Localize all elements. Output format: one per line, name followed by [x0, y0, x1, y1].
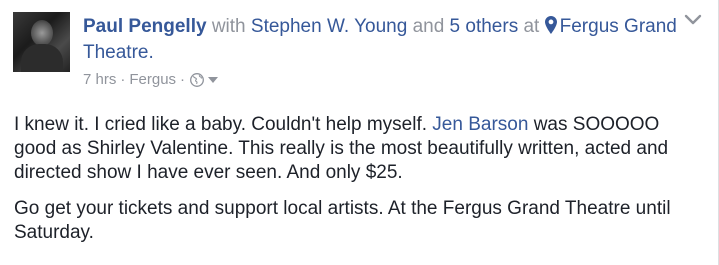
- others-link[interactable]: 5 others: [450, 16, 519, 37]
- avatar-face: [31, 20, 53, 46]
- with-text: with: [211, 16, 246, 37]
- avatar-body: [21, 44, 63, 72]
- author-name[interactable]: Paul Pengelly: [83, 16, 207, 37]
- paragraph-1-text-a: I knew it. I cried like a baby. Couldn't…: [14, 114, 433, 135]
- post-paragraph-1: I knew it. I cried like a baby. Couldn't…: [14, 113, 704, 185]
- map-pin-icon: [544, 16, 557, 34]
- and-text: and: [412, 16, 445, 37]
- mention-link[interactable]: Jen Barson: [432, 114, 528, 135]
- meta-separator: ·: [120, 71, 126, 88]
- tagged-person[interactable]: Stephen W. Young: [251, 16, 407, 37]
- post-body: I knew it. I cried like a baby. Couldn't…: [14, 113, 704, 257]
- post-time[interactable]: 7 hrs: [83, 70, 116, 90]
- author-avatar[interactable]: [13, 12, 70, 72]
- post-header: Paul Pengelly with Stephen W. Young and …: [83, 14, 683, 66]
- facebook-post: Paul Pengelly with Stephen W. Young and …: [0, 0, 719, 265]
- post-meta: 7 hrs · Fergus ·: [83, 70, 219, 90]
- post-paragraph-2: Go get your tickets and support local ar…: [14, 198, 671, 243]
- at-text: at: [523, 16, 540, 37]
- chevron-down-icon[interactable]: [684, 14, 702, 26]
- globe-icon[interactable]: [190, 73, 204, 87]
- post-place[interactable]: Fergus: [129, 70, 176, 90]
- caret-down-icon[interactable]: [208, 76, 219, 84]
- meta-separator-2: ·: [180, 71, 186, 88]
